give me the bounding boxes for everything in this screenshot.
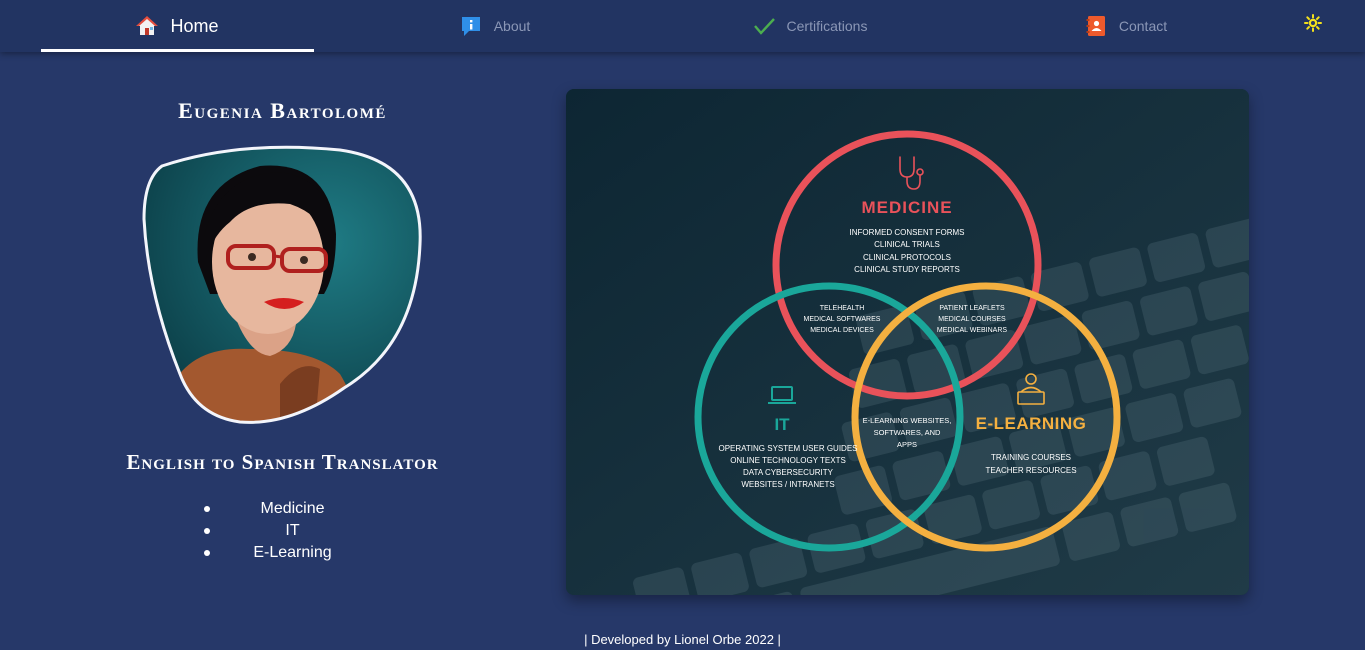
it-item: WEBSITES / INTRANETS bbox=[741, 480, 834, 489]
medicine-item: CLINICAL STUDY REPORTS bbox=[854, 265, 960, 274]
it-elearning-item: E-LEARNING WEBSITES, bbox=[863, 416, 952, 425]
info-icon bbox=[460, 15, 482, 37]
footer-credit: | Developed by Lionel Orbe 2022 | bbox=[584, 632, 781, 647]
it-title: IT bbox=[774, 415, 790, 434]
medicine-elearning-item: PATIENT LEAFLETS bbox=[939, 305, 1005, 312]
medicine-item: CLINICAL PROTOCOLS bbox=[863, 253, 951, 262]
medicine-elearning-item: MEDICAL COURSES bbox=[938, 316, 1006, 323]
nav-item-contact[interactable]: Contact bbox=[1070, 0, 1182, 52]
medicine-item: CLINICAL TRIALS bbox=[874, 240, 940, 249]
medicine-item: INFORMED CONSENT FORMS bbox=[850, 228, 965, 237]
it-elearning-item: APPS bbox=[897, 440, 917, 449]
medicine-it-item: MEDICAL DEVICES bbox=[810, 327, 874, 334]
elearning-item: TEACHER RESOURCES bbox=[985, 466, 1076, 475]
nav-item-home[interactable]: Home bbox=[41, 0, 314, 52]
it-elearning-item: SOFTWARES, AND bbox=[874, 428, 941, 437]
profile-role: English to Spanish Translator bbox=[126, 450, 439, 474]
list-item: Medicine bbox=[200, 498, 385, 520]
specialties-list: Medicine IT E-Learning bbox=[200, 498, 385, 564]
nav-item-about[interactable]: About bbox=[440, 0, 550, 52]
specialties-venn-diagram: MEDICINE INFORMED CONSENT FORMS CLINICAL… bbox=[566, 89, 1249, 595]
top-navigation: Home About Certifications Contact bbox=[0, 0, 1365, 52]
profile-avatar bbox=[140, 144, 426, 426]
nav-label: Contact bbox=[1118, 18, 1168, 34]
medicine-title: MEDICINE bbox=[861, 198, 952, 217]
list-item: E-Learning bbox=[200, 542, 385, 564]
it-item: DATA CYBERSECURITY bbox=[743, 468, 834, 477]
check-icon bbox=[753, 15, 775, 37]
medicine-it-item: MEDICAL SOFTWARES bbox=[804, 316, 881, 323]
medicine-it-item: TELEHEALTH bbox=[820, 305, 865, 312]
profile-name: Eugenia Bartolomé bbox=[178, 98, 387, 123]
nav-label: About bbox=[493, 18, 531, 34]
theme-toggle-button[interactable] bbox=[1301, 13, 1325, 37]
elearning-title: E-LEARNING bbox=[976, 414, 1087, 433]
medicine-elearning-item: MEDICAL WEBINARS bbox=[937, 327, 1007, 334]
house-icon bbox=[136, 15, 159, 37]
it-item: OPERATING SYSTEM USER GUIDES bbox=[719, 444, 858, 453]
it-item: ONLINE TECHNOLOGY TEXTS bbox=[730, 456, 846, 465]
nav-label: Certifications bbox=[786, 18, 868, 34]
list-item: IT bbox=[200, 520, 385, 542]
nav-item-certifications[interactable]: Certifications bbox=[735, 0, 885, 52]
nav-label: Home bbox=[170, 15, 219, 36]
elearning-item: TRAINING COURSES bbox=[991, 453, 1071, 462]
contact-book-icon bbox=[1085, 15, 1107, 37]
sun-icon bbox=[1304, 13, 1322, 37]
